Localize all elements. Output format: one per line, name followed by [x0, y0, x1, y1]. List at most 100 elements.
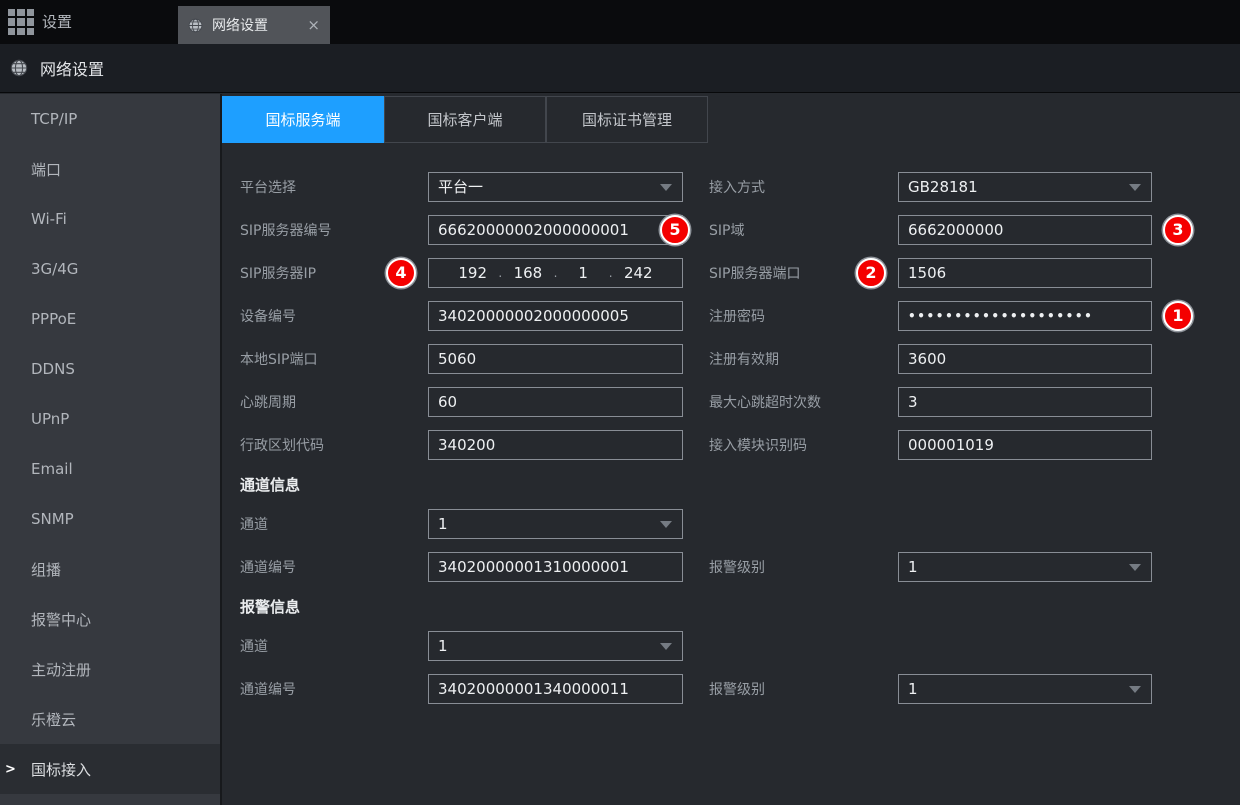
- access-module-id-input[interactable]: 000001019: [898, 430, 1152, 460]
- alarm-channel-select-label: 通道: [240, 636, 428, 656]
- select-value: 1: [908, 558, 918, 576]
- dropdown-arrow-icon: [660, 184, 672, 191]
- access-type-label: 接入方式: [683, 177, 898, 197]
- sip-server-id-input[interactable]: 66620000002000000001: [428, 215, 683, 245]
- sidebar-item-label: 国标接入: [31, 759, 91, 780]
- ip-octet: 168: [502, 264, 553, 282]
- sidebar-item-upnp[interactable]: UPnP: [0, 394, 220, 444]
- select-value: 1: [438, 515, 448, 533]
- channel-id-label: 通道编号: [240, 557, 428, 577]
- form-row: 本地SIP端口 5060 注册有效期 3600: [240, 337, 1240, 380]
- chevron-right-icon: >: [5, 762, 16, 777]
- access-type-select[interactable]: GB28181: [898, 172, 1152, 202]
- alarm-channel-id-input[interactable]: 34020000001340000011: [428, 674, 683, 704]
- form-row: 通道 1: [240, 624, 1240, 667]
- gb-access-panel: 国标服务端 国标客户端 国标证书管理 平台选择 平台一 接入方式 GB28181: [222, 94, 1240, 805]
- dropdown-arrow-icon: [1129, 564, 1141, 571]
- sip-server-id-label: SIP服务器编号: [240, 220, 428, 240]
- sip-server-port-input[interactable]: 1506: [898, 258, 1152, 288]
- form-row: 行政区划代码 340200 接入模块识别码 000001019: [240, 423, 1240, 466]
- sidebar-item-auto-register[interactable]: 主动注册: [0, 644, 220, 694]
- channel-select[interactable]: 1: [428, 509, 683, 539]
- sidebar-item-port[interactable]: 端口: [0, 144, 220, 194]
- sip-server-ip-input[interactable]: 192 . 168 . 1 . 242: [428, 258, 683, 288]
- sidebar-item-3g4g[interactable]: 3G/4G: [0, 244, 220, 294]
- alarm-channel-select[interactable]: 1: [428, 631, 683, 661]
- select-value: 1: [438, 637, 448, 655]
- sidebar-item-multicast[interactable]: 组播: [0, 544, 220, 594]
- channel-id-input[interactable]: 34020000001310000001: [428, 552, 683, 582]
- globe-icon: [10, 59, 28, 77]
- settings-sidebar: TCP/IP 端口 Wi-Fi 3G/4G PPPoE DDNS UPnP Em…: [0, 94, 222, 805]
- page-header: 网络设置: [0, 44, 1240, 93]
- heartbeat-cycle-input[interactable]: 60: [428, 387, 683, 417]
- window-tab-label: 网络设置: [212, 15, 268, 35]
- admin-region-code-label: 行政区划代码: [240, 435, 428, 455]
- alarm-level-select[interactable]: 1: [898, 552, 1152, 582]
- sidebar-item-alarm-center[interactable]: 报警中心: [0, 594, 220, 644]
- alarm-level-label: 报警级别: [683, 557, 898, 577]
- tab-gb-server[interactable]: 国标服务端: [222, 96, 384, 143]
- tab-gb-client[interactable]: 国标客户端: [384, 96, 546, 143]
- register-password-label: 注册密码: [683, 306, 898, 326]
- sidebar-item-email[interactable]: Email: [0, 444, 220, 494]
- sidebar-item-ddns[interactable]: DDNS: [0, 344, 220, 394]
- max-heartbeat-timeout-input[interactable]: 3: [898, 387, 1152, 417]
- tab-gb-cert-management[interactable]: 国标证书管理: [546, 96, 708, 143]
- dropdown-arrow-icon: [1129, 686, 1141, 693]
- alarm-info-section-title: 报警信息: [240, 588, 1240, 624]
- sip-domain-label: SIP域: [683, 220, 898, 240]
- annotation-badge-2: 2: [856, 258, 886, 288]
- form-row: 通道编号 34020000001340000011 报警级别 1: [240, 667, 1240, 710]
- sidebar-item-gb-access[interactable]: > 国标接入: [0, 744, 220, 794]
- form-row: 设备编号 34020000002000000005 注册密码 •••••••••…: [240, 294, 1240, 337]
- form-row: 通道 1: [240, 502, 1240, 545]
- admin-region-code-input[interactable]: 340200: [428, 430, 683, 460]
- form-row: 心跳周期 60 最大心跳超时次数 3: [240, 380, 1240, 423]
- platform-label: 平台选择: [240, 177, 428, 197]
- platform-select[interactable]: 平台一: [428, 172, 683, 202]
- device-id-label: 设备编号: [240, 306, 428, 326]
- apps-grid-icon[interactable]: [8, 9, 34, 35]
- local-sip-port-input[interactable]: 5060: [428, 344, 683, 374]
- tab-network-settings-window[interactable]: 网络设置 ×: [178, 6, 330, 44]
- annotation-badge-5: 5: [660, 215, 690, 245]
- register-valid-period-input[interactable]: 3600: [898, 344, 1152, 374]
- form-row: 通道编号 34020000001310000001 报警级别 1: [240, 545, 1240, 588]
- form-row: SIP服务器IP 192 . 168 . 1 . 242 4 SIP服务器端口: [240, 251, 1240, 294]
- tab-settings-home[interactable]: 设置: [42, 0, 72, 44]
- sidebar-item-tcpip[interactable]: TCP/IP: [0, 94, 220, 144]
- alarm-level2-label: 报警级别: [683, 679, 898, 699]
- globe-icon: [188, 18, 203, 33]
- ip-octet: 242: [613, 264, 664, 282]
- max-heartbeat-timeout-label: 最大心跳超时次数: [683, 392, 898, 412]
- annotation-badge-1: 1: [1163, 301, 1193, 331]
- panel-tabs: 国标服务端 国标客户端 国标证书管理: [222, 96, 1240, 143]
- sidebar-item-pppoe[interactable]: PPPoE: [0, 294, 220, 344]
- sip-domain-input[interactable]: 6662000000: [898, 215, 1152, 245]
- select-value: GB28181: [908, 178, 978, 196]
- dropdown-arrow-icon: [660, 521, 672, 528]
- device-id-input[interactable]: 34020000002000000005: [428, 301, 683, 331]
- page-title: 网络设置: [40, 56, 104, 80]
- sidebar-item-lechange-cloud[interactable]: 乐橙云: [0, 694, 220, 744]
- gb-server-form: 平台选择 平台一 接入方式 GB28181 SIP服务器编号: [222, 165, 1240, 710]
- select-value: 1: [908, 680, 918, 698]
- sidebar-item-wifi[interactable]: Wi-Fi: [0, 194, 220, 244]
- dropdown-arrow-icon: [660, 643, 672, 650]
- channel-info-section-title: 通道信息: [240, 466, 1240, 502]
- sidebar-item-snmp[interactable]: SNMP: [0, 494, 220, 544]
- alarm-level2-select[interactable]: 1: [898, 674, 1152, 704]
- access-module-id-label: 接入模块识别码: [683, 435, 898, 455]
- close-icon[interactable]: ×: [307, 16, 320, 34]
- local-sip-port-label: 本地SIP端口: [240, 349, 428, 369]
- dropdown-arrow-icon: [1129, 184, 1141, 191]
- top-bar: 设置 网络设置 ×: [0, 0, 1240, 44]
- annotation-badge-4: 4: [386, 258, 416, 288]
- register-password-input[interactable]: ••••••••••••••••••••: [898, 301, 1152, 331]
- channel-select-label: 通道: [240, 514, 428, 534]
- register-valid-period-label: 注册有效期: [683, 349, 898, 369]
- ip-octet: 1: [557, 264, 608, 282]
- form-row: SIP服务器编号 66620000002000000001 5 SIP域 666…: [240, 208, 1240, 251]
- alarm-channel-id-label: 通道编号: [240, 679, 428, 699]
